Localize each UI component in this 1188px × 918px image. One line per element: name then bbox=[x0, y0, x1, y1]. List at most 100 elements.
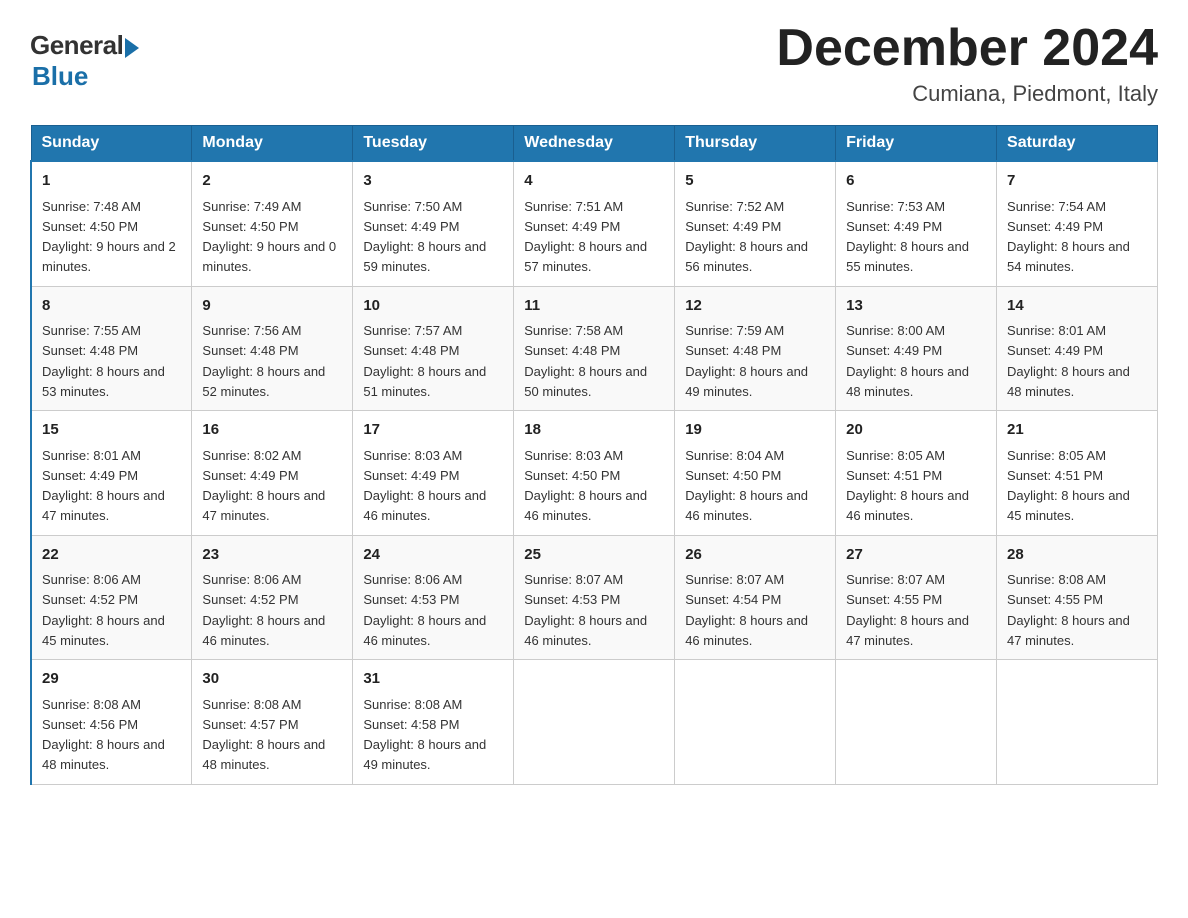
calendar-cell: 3 Sunrise: 7:50 AMSunset: 4:49 PMDaylight… bbox=[353, 161, 514, 286]
calendar-cell: 1 Sunrise: 7:48 AMSunset: 4:50 PMDaylight… bbox=[31, 161, 192, 286]
day-info: Sunrise: 8:08 AMSunset: 4:57 PMDaylight:… bbox=[202, 697, 325, 773]
day-info: Sunrise: 7:49 AMSunset: 4:50 PMDaylight:… bbox=[202, 199, 336, 275]
logo-general-text: General bbox=[30, 30, 123, 61]
day-number: 29 bbox=[42, 668, 181, 691]
day-number: 22 bbox=[42, 544, 181, 567]
calendar-cell bbox=[997, 660, 1158, 785]
day-info: Sunrise: 8:00 AMSunset: 4:49 PMDaylight:… bbox=[846, 323, 969, 399]
calendar-cell: 25 Sunrise: 8:07 AMSunset: 4:53 PMDayligh… bbox=[514, 535, 675, 660]
day-info: Sunrise: 8:02 AMSunset: 4:49 PMDaylight:… bbox=[202, 448, 325, 524]
header-thursday: Thursday bbox=[675, 126, 836, 162]
day-info: Sunrise: 8:07 AMSunset: 4:53 PMDaylight:… bbox=[524, 572, 647, 648]
day-number: 10 bbox=[363, 295, 503, 318]
week-row-3: 15Sunrise: 8:01 AMSunset: 4:49 PMDayligh… bbox=[31, 411, 1158, 536]
day-number: 11 bbox=[524, 295, 664, 318]
day-number: 28 bbox=[1007, 544, 1147, 567]
day-info: Sunrise: 8:06 AMSunset: 4:52 PMDaylight:… bbox=[42, 572, 165, 648]
header-sunday: Sunday bbox=[31, 126, 192, 162]
day-number: 30 bbox=[202, 668, 342, 691]
calendar-cell: 2 Sunrise: 7:49 AMSunset: 4:50 PMDaylight… bbox=[192, 161, 353, 286]
day-number: 13 bbox=[846, 295, 986, 318]
calendar-cell: 5 Sunrise: 7:52 AMSunset: 4:49 PMDaylight… bbox=[675, 161, 836, 286]
calendar-cell: 30 Sunrise: 8:08 AMSunset: 4:57 PMDayligh… bbox=[192, 660, 353, 785]
day-info: Sunrise: 7:58 AMSunset: 4:48 PMDaylight:… bbox=[524, 323, 647, 399]
day-info: Sunrise: 8:06 AMSunset: 4:52 PMDaylight:… bbox=[202, 572, 325, 648]
calendar-cell: 19Sunrise: 8:04 AMSunset: 4:50 PMDayligh… bbox=[675, 411, 836, 536]
month-title: December 2024 bbox=[776, 20, 1158, 77]
day-info: Sunrise: 8:07 AMSunset: 4:55 PMDaylight:… bbox=[846, 572, 969, 648]
calendar-cell bbox=[675, 660, 836, 785]
day-number: 12 bbox=[685, 295, 825, 318]
week-row-5: 29 Sunrise: 8:08 AMSunset: 4:56 PMDayligh… bbox=[31, 660, 1158, 785]
header-friday: Friday bbox=[836, 126, 997, 162]
calendar-cell bbox=[514, 660, 675, 785]
day-info: Sunrise: 8:07 AMSunset: 4:54 PMDaylight:… bbox=[685, 572, 808, 648]
calendar-cell: 26 Sunrise: 8:07 AMSunset: 4:54 PMDayligh… bbox=[675, 535, 836, 660]
calendar-cell: 9Sunrise: 7:56 AMSunset: 4:48 PMDaylight… bbox=[192, 286, 353, 411]
day-info: Sunrise: 8:01 AMSunset: 4:49 PMDaylight:… bbox=[1007, 323, 1130, 399]
day-number: 24 bbox=[363, 544, 503, 567]
day-number: 6 bbox=[846, 170, 986, 193]
title-block: December 2024 Cumiana, Piedmont, Italy bbox=[776, 20, 1158, 107]
calendar-cell bbox=[836, 660, 997, 785]
day-info: Sunrise: 8:05 AMSunset: 4:51 PMDaylight:… bbox=[846, 448, 969, 524]
calendar-cell: 20 Sunrise: 8:05 AMSunset: 4:51 PMDayligh… bbox=[836, 411, 997, 536]
calendar-cell: 4Sunrise: 7:51 AMSunset: 4:49 PMDaylight… bbox=[514, 161, 675, 286]
day-number: 20 bbox=[846, 419, 986, 442]
calendar-cell: 14 Sunrise: 8:01 AMSunset: 4:49 PMDayligh… bbox=[997, 286, 1158, 411]
calendar-cell: 7 Sunrise: 7:54 AMSunset: 4:49 PMDaylight… bbox=[997, 161, 1158, 286]
calendar-cell: 17 Sunrise: 8:03 AMSunset: 4:49 PMDayligh… bbox=[353, 411, 514, 536]
calendar-cell: 11 Sunrise: 7:58 AMSunset: 4:48 PMDayligh… bbox=[514, 286, 675, 411]
calendar-cell: 24Sunrise: 8:06 AMSunset: 4:53 PMDayligh… bbox=[353, 535, 514, 660]
week-row-1: 1 Sunrise: 7:48 AMSunset: 4:50 PMDaylight… bbox=[31, 161, 1158, 286]
day-number: 19 bbox=[685, 419, 825, 442]
day-number: 9 bbox=[202, 295, 342, 318]
day-number: 25 bbox=[524, 544, 664, 567]
week-row-2: 8 Sunrise: 7:55 AMSunset: 4:48 PMDaylight… bbox=[31, 286, 1158, 411]
header-saturday: Saturday bbox=[997, 126, 1158, 162]
logo-arrow-icon bbox=[125, 38, 139, 58]
day-info: Sunrise: 7:51 AMSunset: 4:49 PMDaylight:… bbox=[524, 199, 647, 275]
day-number: 8 bbox=[42, 295, 181, 318]
header-tuesday: Tuesday bbox=[353, 126, 514, 162]
day-number: 18 bbox=[524, 419, 664, 442]
day-info: Sunrise: 7:52 AMSunset: 4:49 PMDaylight:… bbox=[685, 199, 808, 275]
page-header: General Blue December 2024 Cumiana, Pied… bbox=[30, 20, 1158, 107]
day-number: 1 bbox=[42, 170, 181, 193]
day-info: Sunrise: 8:03 AMSunset: 4:49 PMDaylight:… bbox=[363, 448, 486, 524]
day-number: 5 bbox=[685, 170, 825, 193]
day-number: 21 bbox=[1007, 419, 1147, 442]
logo-blue-text: Blue bbox=[32, 61, 88, 92]
day-info: Sunrise: 7:57 AMSunset: 4:48 PMDaylight:… bbox=[363, 323, 486, 399]
calendar-cell: 10 Sunrise: 7:57 AMSunset: 4:48 PMDayligh… bbox=[353, 286, 514, 411]
day-info: Sunrise: 7:53 AMSunset: 4:49 PMDaylight:… bbox=[846, 199, 969, 275]
day-info: Sunrise: 7:48 AMSunset: 4:50 PMDaylight:… bbox=[42, 199, 176, 275]
calendar-cell: 18Sunrise: 8:03 AMSunset: 4:50 PMDayligh… bbox=[514, 411, 675, 536]
week-row-4: 22 Sunrise: 8:06 AMSunset: 4:52 PMDayligh… bbox=[31, 535, 1158, 660]
day-number: 3 bbox=[363, 170, 503, 193]
day-number: 31 bbox=[363, 668, 503, 691]
day-number: 27 bbox=[846, 544, 986, 567]
day-info: Sunrise: 7:55 AMSunset: 4:48 PMDaylight:… bbox=[42, 323, 165, 399]
day-number: 7 bbox=[1007, 170, 1147, 193]
day-number: 26 bbox=[685, 544, 825, 567]
logo: General Blue bbox=[30, 30, 139, 92]
calendar-cell: 21 Sunrise: 8:05 AMSunset: 4:51 PMDayligh… bbox=[997, 411, 1158, 536]
day-number: 17 bbox=[363, 419, 503, 442]
calendar-cell: 6 Sunrise: 7:53 AMSunset: 4:49 PMDaylight… bbox=[836, 161, 997, 286]
calendar-cell: 23Sunrise: 8:06 AMSunset: 4:52 PMDayligh… bbox=[192, 535, 353, 660]
calendar-table: SundayMondayTuesdayWednesdayThursdayFrid… bbox=[30, 125, 1158, 785]
day-info: Sunrise: 8:05 AMSunset: 4:51 PMDaylight:… bbox=[1007, 448, 1130, 524]
calendar-cell: 12Sunrise: 7:59 AMSunset: 4:48 PMDayligh… bbox=[675, 286, 836, 411]
day-info: Sunrise: 8:08 AMSunset: 4:56 PMDaylight:… bbox=[42, 697, 165, 773]
header-monday: Monday bbox=[192, 126, 353, 162]
day-number: 16 bbox=[202, 419, 342, 442]
day-info: Sunrise: 7:54 AMSunset: 4:49 PMDaylight:… bbox=[1007, 199, 1130, 275]
day-info: Sunrise: 8:01 AMSunset: 4:49 PMDaylight:… bbox=[42, 448, 165, 524]
day-info: Sunrise: 7:50 AMSunset: 4:49 PMDaylight:… bbox=[363, 199, 486, 275]
day-number: 2 bbox=[202, 170, 342, 193]
location-title: Cumiana, Piedmont, Italy bbox=[776, 81, 1158, 107]
day-number: 14 bbox=[1007, 295, 1147, 318]
calendar-cell: 28Sunrise: 8:08 AMSunset: 4:55 PMDayligh… bbox=[997, 535, 1158, 660]
calendar-cell: 27 Sunrise: 8:07 AMSunset: 4:55 PMDayligh… bbox=[836, 535, 997, 660]
